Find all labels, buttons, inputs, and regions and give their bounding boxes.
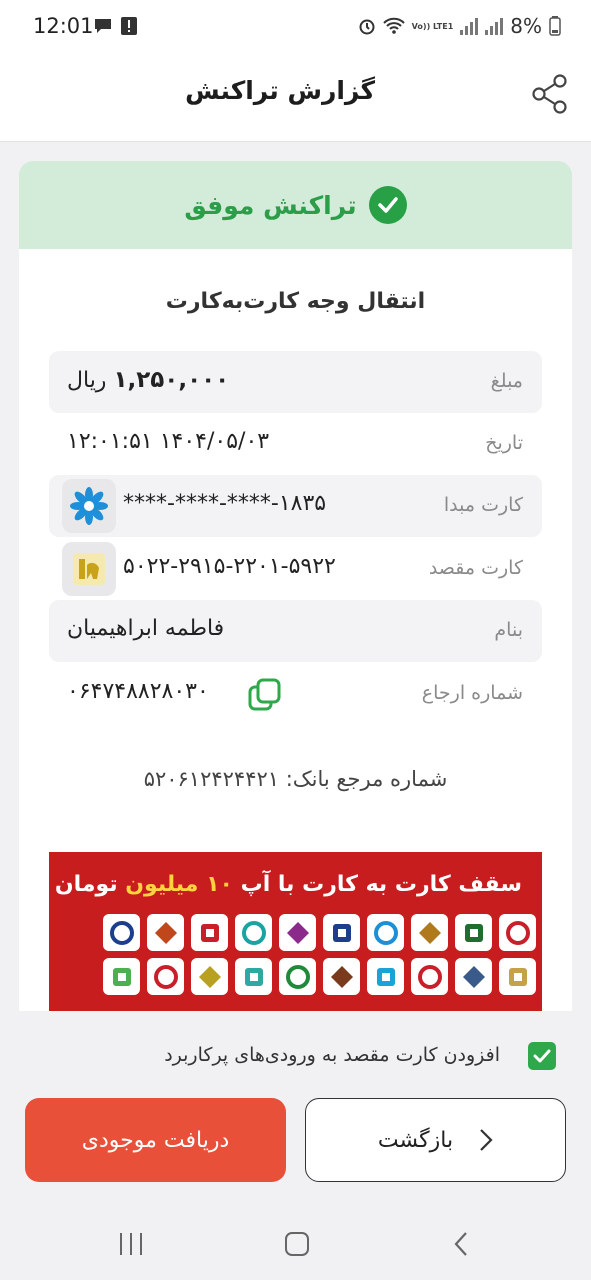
bank-logo-icon	[455, 914, 492, 951]
success-banner: تراکنش موفق	[19, 161, 572, 249]
source-card-row: کارت مبدا ****-****-****-۱۸۳۵	[49, 475, 542, 537]
system-nav-bar	[0, 1212, 591, 1280]
status-right: Vo)) LTE1 8%	[358, 14, 561, 38]
source-bank-logo	[62, 479, 116, 533]
promo-banner[interactable]: سقف کارت به کارت با آپ ۱۰ میلیون تومان ش…	[49, 852, 542, 1011]
bank-logo-icon	[191, 958, 228, 995]
add-favorite-row[interactable]: افزودن کارت مقصد به ورودی‌های پرکاربرد	[0, 1038, 591, 1074]
share-icon	[532, 74, 567, 114]
receipt-card: تراکنش موفق انتقال وجه کارت‌به‌کارت مبلغ…	[19, 161, 572, 1011]
bank-logos-grid	[56, 914, 536, 995]
bank-logo-icon	[191, 914, 228, 951]
date-row: تاریخ ۱۲:۰۱:۵۱ ۱۴۰۴/۰۵/۰۳	[49, 413, 542, 475]
dest-bank-logo	[62, 542, 116, 596]
date-value: ۱۲:۰۱:۵۱ ۱۴۰۴/۰۵/۰۳	[67, 429, 270, 454]
recent-apps-button[interactable]	[120, 1233, 142, 1255]
status-time: 12:01	[33, 14, 94, 38]
bank-logo-icon	[235, 914, 272, 951]
battery-text: 8%	[510, 14, 542, 38]
source-card-label: کارت مبدا	[443, 494, 523, 516]
bank-logo-icon	[455, 958, 492, 995]
reference-row: شماره ارجاع ۰۶۴۷۴۸۸۲۸۰۳۰	[49, 663, 542, 725]
bank-logo-icon	[279, 958, 316, 995]
bank-logo-icon	[499, 958, 536, 995]
share-button[interactable]	[528, 72, 572, 116]
amount-value: ۱,۲۵۰,۰۰۰ ریال	[67, 367, 229, 393]
copy-icon	[248, 678, 281, 711]
amount-unit: ریال	[67, 368, 107, 393]
status-bar: 12:01 Vo)) LTE1 8%	[0, 0, 591, 58]
recipient-name-row: بنام فاطمه ابراهیمیان	[49, 600, 542, 662]
checkmark-icon	[533, 1049, 551, 1063]
bank-lion-icon	[73, 553, 105, 585]
reference-value: ۰۶۴۷۴۸۸۲۸۰۳۰	[67, 679, 209, 704]
bank-logo-icon	[103, 958, 140, 995]
add-favorite-label: افزودن کارت مقصد به ورودی‌های پرکاربرد	[164, 1044, 500, 1066]
nav-back-button[interactable]	[452, 1230, 470, 1258]
amount-row: مبلغ ۱,۲۵۰,۰۰۰ ریال	[49, 351, 542, 413]
signal-icon-2	[485, 17, 504, 35]
bank-flower-icon	[70, 487, 108, 525]
signal-icon-1	[460, 17, 479, 35]
check-circle-icon	[368, 186, 407, 224]
wifi-icon	[382, 17, 405, 34]
bank-logo-icon	[499, 914, 536, 951]
get-balance-button[interactable]: دریافت موجودی	[25, 1098, 286, 1182]
promo-title-part1: سقف کارت به کارت با آپ	[240, 872, 522, 897]
bank-logo-icon	[103, 914, 140, 951]
back-button[interactable]: بازگشت	[305, 1098, 566, 1182]
copy-button[interactable]	[247, 677, 283, 713]
promo-title: سقف کارت به کارت با آپ ۱۰ میلیون تومان ش…	[49, 872, 522, 897]
bank-logo-icon	[235, 958, 272, 995]
bank-logo-icon	[367, 958, 404, 995]
get-balance-label: دریافت موجودی	[81, 1127, 230, 1153]
alert-icon	[121, 17, 137, 35]
bank-logo-icon	[279, 914, 316, 951]
home-button[interactable]	[285, 1232, 309, 1256]
bank-logo-icon	[323, 914, 360, 951]
app-header: گزارش تراکنش	[0, 58, 591, 142]
add-favorite-checkbox[interactable]	[528, 1042, 556, 1070]
back-label: بازگشت	[377, 1127, 454, 1153]
date-label: تاریخ	[485, 432, 523, 454]
recipient-name-label: بنام	[494, 619, 523, 641]
status-notification-icons	[93, 17, 137, 35]
alarm-icon	[359, 19, 375, 35]
promo-title-highlight: ۱۰ میلیون	[125, 872, 233, 897]
bank-reference: شماره مرجع بانک: ۵۲۰۶۱۲۴۲۴۴۲۱	[143, 767, 448, 791]
source-card-number: ****-****-****-۱۸۳۵	[123, 491, 327, 516]
dest-card-row: کارت مقصد ۵۰۲۲-۲۹۱۵-۲۲۰۱-۵۹۲۲	[49, 538, 542, 600]
battery-icon	[549, 16, 561, 36]
dest-card-label: کارت مقصد	[428, 557, 523, 579]
success-text: تراکنش موفق	[184, 190, 357, 220]
bank-logo-icon	[323, 958, 360, 995]
reference-label: شماره ارجاع	[421, 682, 523, 704]
promo-title-part2: تومان شد!	[49, 872, 118, 897]
recipient-name-value: فاطمه ابراهیمیان	[67, 616, 225, 641]
transaction-type: انتقال وجه کارت‌به‌کارت	[165, 289, 426, 314]
chevron-right-icon	[480, 1129, 493, 1151]
dest-card-number: ۵۰۲۲-۲۹۱۵-۲۲۰۱-۵۹۲۲	[123, 554, 336, 579]
message-icon	[95, 19, 111, 33]
bank-logo-icon	[147, 958, 184, 995]
bank-logo-icon	[411, 958, 448, 995]
bank-logo-icon	[411, 914, 448, 951]
volte-label: Vo)) LTE1	[411, 21, 454, 31]
bank-logo-icon	[147, 914, 184, 951]
amount-number: ۱,۲۵۰,۰۰۰	[113, 367, 230, 393]
page-title: گزارش تراکنش	[185, 76, 375, 105]
amount-label: مبلغ	[490, 370, 523, 392]
bank-logo-icon	[367, 914, 404, 951]
